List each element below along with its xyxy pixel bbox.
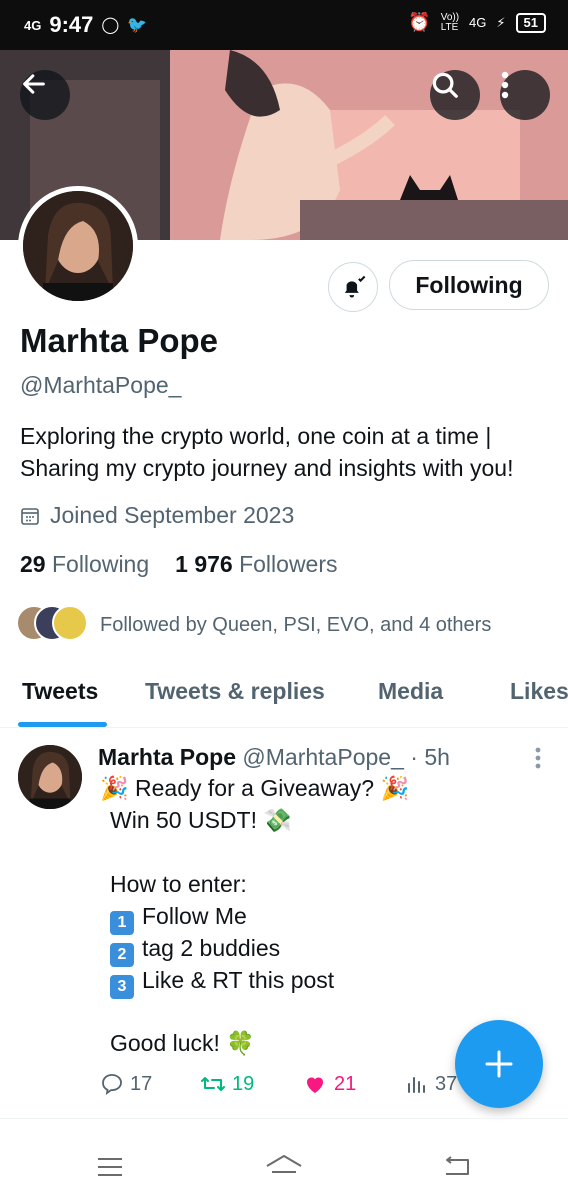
views-icon: [408, 1077, 425, 1093]
profile-bio: Exploring the crypto world, one coin at …: [20, 420, 560, 484]
followed-by-row[interactable]: Followed by Queen, PSI, EVO, and 4 other…: [16, 605, 491, 645]
tweet-list-item: 1 Follow Me: [110, 903, 247, 935]
back-button[interactable]: [20, 70, 70, 120]
profile-avatar[interactable]: [18, 186, 138, 306]
active-tab-indicator: [18, 722, 107, 727]
tweet-text-line: 🎉 Ready for a Giveaway? 🎉: [100, 775, 410, 801]
plus-icon: [485, 1050, 513, 1078]
notifications-toggle-button[interactable]: [328, 262, 378, 312]
home-button[interactable]: [264, 1152, 304, 1185]
back-nav-button[interactable]: [442, 1154, 472, 1183]
following-button[interactable]: Following: [389, 260, 549, 310]
tweet-author-name[interactable]: Marhta Pope: [98, 744, 236, 770]
tweet-more-button[interactable]: [528, 744, 548, 774]
profile-handle: @MarhtaPope_: [20, 372, 182, 398]
menu-lines-icon: [98, 1158, 122, 1176]
tab-likes[interactable]: Likes: [510, 678, 568, 705]
bell-check-icon: [344, 275, 366, 298]
clock: 9:47: [49, 12, 94, 37]
signal-indicator: 4G: [24, 17, 42, 33]
follow-counts: 29 Following 1 976 Followers: [20, 551, 338, 578]
divider: [0, 1118, 568, 1119]
tweet-actions: 17 19 21 37: [100, 1072, 480, 1102]
tweet-list-item: 2 tag 2 buddies: [110, 935, 280, 967]
network-indicator: 4G: [469, 15, 487, 30]
arrow-left-icon: [23, 74, 45, 94]
search-icon: [432, 72, 458, 98]
recent-apps-button[interactable]: [96, 1156, 124, 1183]
more-options-button[interactable]: [500, 70, 550, 120]
retweet-icon: [201, 1077, 225, 1091]
keycap-marker: 3: [110, 975, 134, 999]
whatsapp-icon: ◯: [101, 17, 120, 34]
retweet-button[interactable]: 19: [200, 1072, 254, 1096]
home-icon: [266, 1155, 302, 1173]
like-button[interactable]: 21: [302, 1072, 356, 1096]
alarm-icon: ⏰: [408, 12, 431, 32]
tweet-text-line: Win 50 USDT! 💸: [110, 807, 293, 833]
volte-indicator: Vo)) LTE: [440, 11, 460, 33]
avatar-image: [18, 745, 82, 809]
profile-tabs: Tweets Tweets & replies Media Likes: [0, 660, 568, 728]
followed-by-text: Followed by Queen, PSI, EVO, and 4 other…: [100, 613, 492, 636]
tab-tweets[interactable]: Tweets: [22, 678, 98, 705]
more-vertical-icon: [501, 71, 509, 99]
status-bar: 4G 9:47 ◯ 🐦 ⏰ Vo)) LTE 4G ⚡ 51: [0, 0, 568, 50]
tweet-time[interactable]: · 5h: [410, 744, 450, 770]
tab-media[interactable]: Media: [378, 678, 443, 705]
calendar-icon: [21, 507, 39, 525]
twitter-icon: 🐦: [127, 17, 148, 34]
tweet-header: Marhta Pope @MarhtaPope_ · 5h: [98, 744, 450, 771]
tweet-text-line: Good luck! 🍀: [110, 1030, 255, 1056]
follower-avatar: [52, 605, 88, 641]
tweet-avatar[interactable]: [18, 745, 82, 809]
tweet-text-line: How to enter:: [110, 871, 247, 897]
search-button[interactable]: [430, 70, 480, 120]
more-vertical-icon: [535, 747, 541, 769]
compose-tweet-button[interactable]: [455, 1020, 543, 1108]
avatar-image: [23, 191, 133, 301]
reply-button[interactable]: 17: [100, 1072, 152, 1096]
views-button[interactable]: 37: [405, 1072, 457, 1096]
following-count-link[interactable]: 29 Following: [20, 551, 149, 578]
keycap-marker: 2: [110, 943, 134, 967]
tab-tweets-replies[interactable]: Tweets & replies: [145, 678, 325, 705]
joined-date: Joined September 2023: [20, 502, 294, 529]
bio-line: Sharing my crypto journey and insights w…: [20, 455, 514, 481]
bio-line: Exploring the crypto world, one coin at …: [20, 423, 492, 449]
battery-indicator: 51: [515, 12, 546, 33]
system-navigation-bar: [0, 1128, 568, 1200]
followers-count-link[interactable]: 1 976 Followers: [175, 551, 337, 578]
charging-icon: ⚡: [496, 14, 506, 30]
follower-avatars: [16, 605, 90, 645]
tweet-author-handle[interactable]: @MarhtaPope_: [242, 744, 403, 770]
reply-icon: [102, 1074, 122, 1095]
profile-name: Marhta Pope: [20, 322, 219, 359]
heart-icon: [307, 1077, 323, 1093]
tweet-list-item: 3 Like & RT this post: [110, 967, 334, 999]
keycap-marker: 1: [110, 911, 134, 935]
back-arrow-icon: [446, 1156, 469, 1175]
